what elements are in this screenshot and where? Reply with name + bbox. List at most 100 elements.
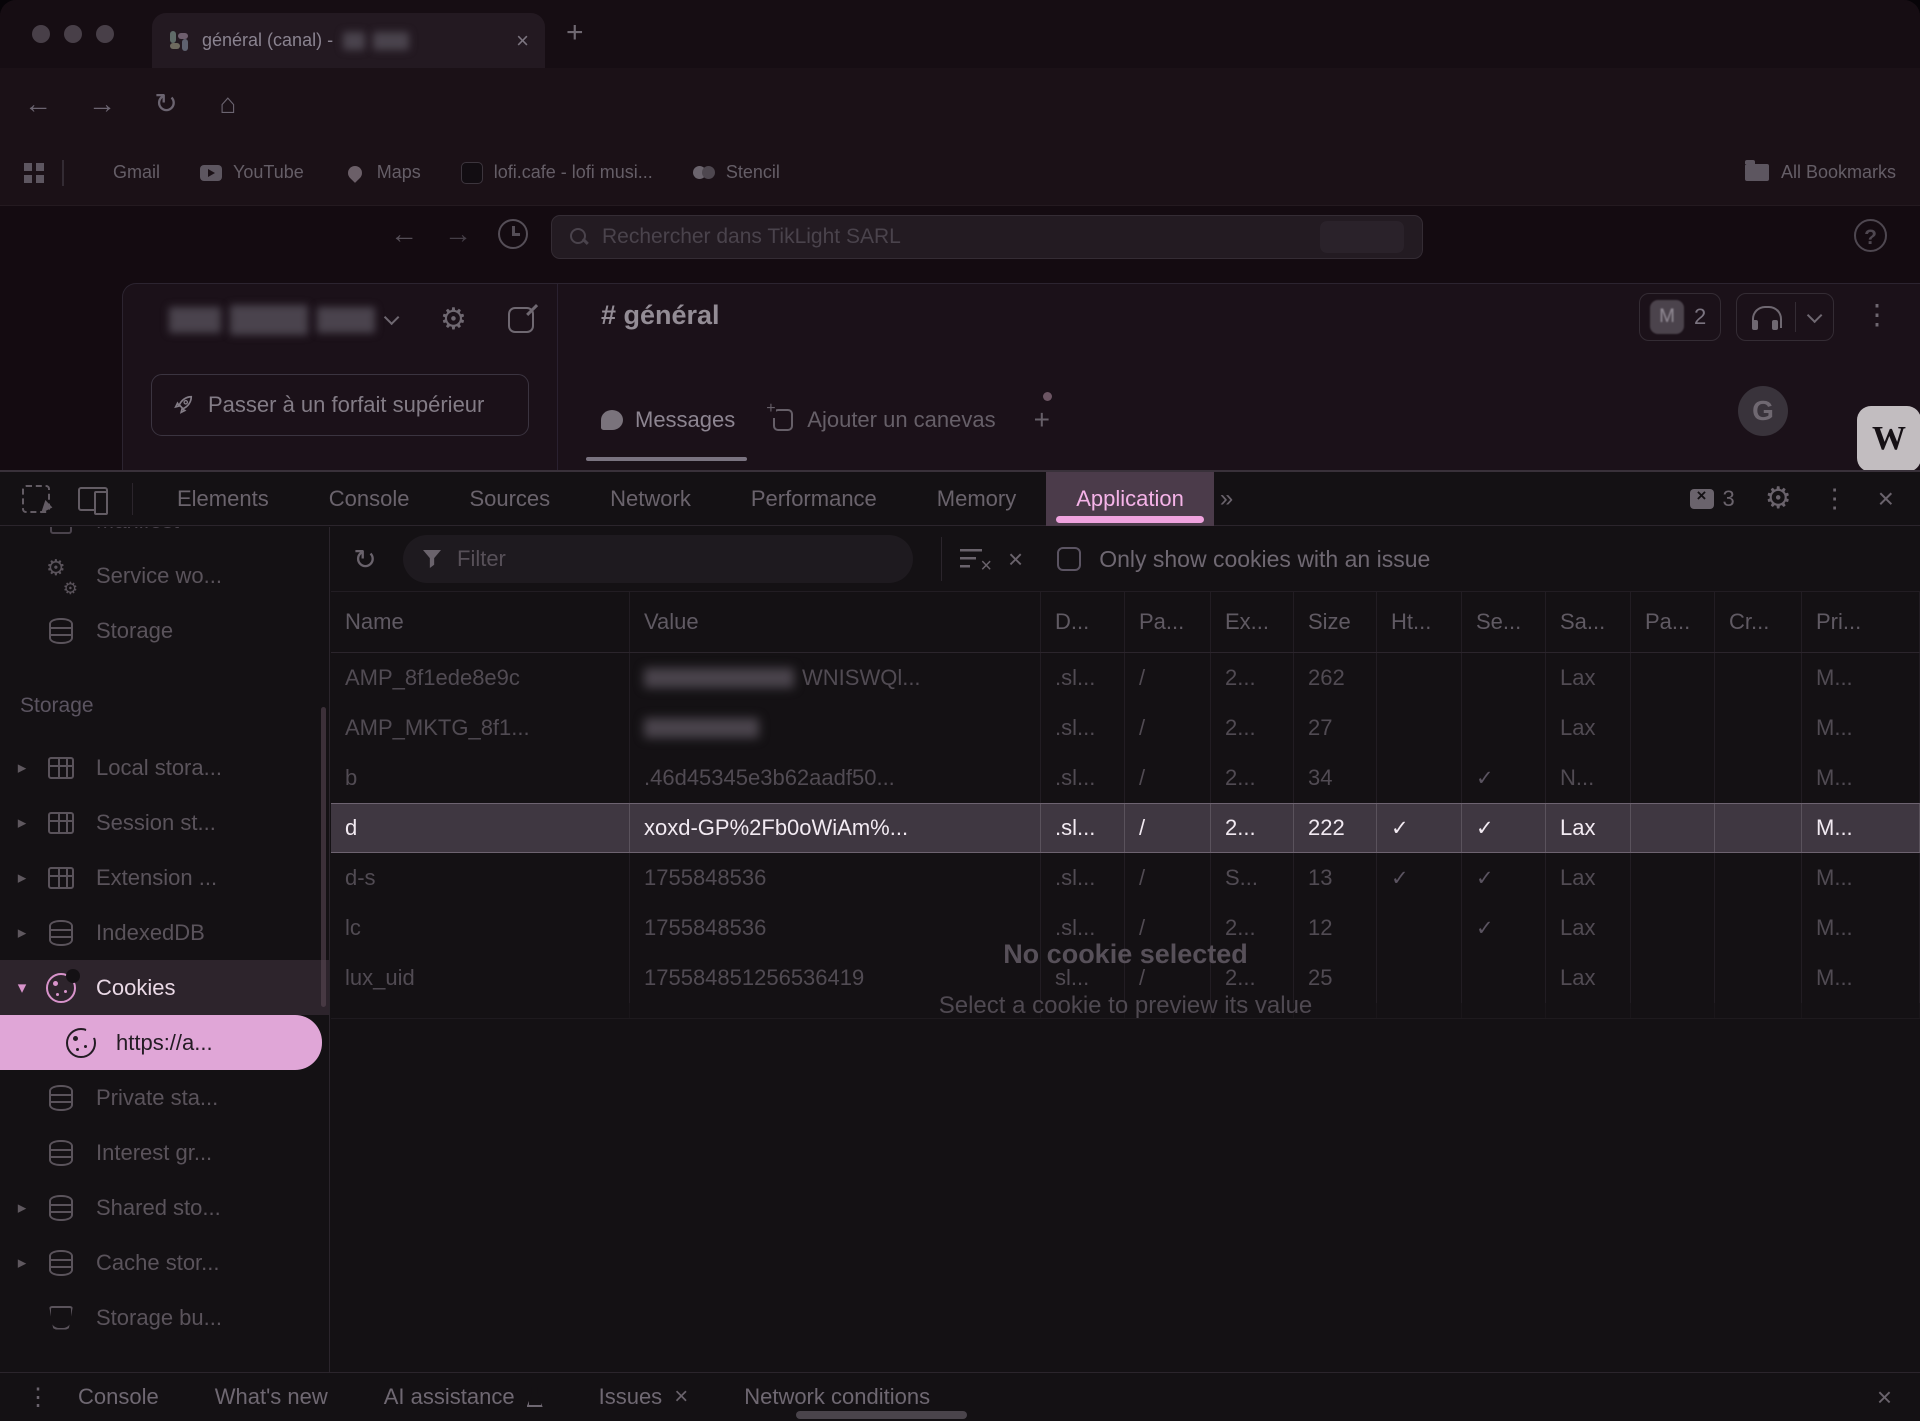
cookie-httponly[interactable]: ✓ xyxy=(1377,804,1462,852)
column-header[interactable]: Se... xyxy=(1462,592,1546,652)
sidebar-item[interactable]: ▸ Shared sto... xyxy=(0,1180,329,1235)
gear-icon[interactable]: ⚙ xyxy=(440,302,467,337)
column-header[interactable]: Size xyxy=(1294,592,1377,652)
more-tabs-icon[interactable]: » xyxy=(1220,485,1233,513)
cookie-crossite[interactable] xyxy=(1715,703,1802,753)
column-header[interactable]: Ht... xyxy=(1377,592,1462,652)
cookie-secure[interactable] xyxy=(1462,703,1546,753)
sidebar-item[interactable]: ▸ Local stora... xyxy=(0,740,329,795)
issue-filter-checkbox[interactable] xyxy=(1057,547,1081,571)
devtools-settings-icon[interactable]: ⚙ xyxy=(1765,481,1792,516)
drawer-tab[interactable]: Issues × xyxy=(599,1383,689,1411)
drawer-tab[interactable]: What's new xyxy=(215,1383,328,1411)
devtools-tab[interactable]: Elements xyxy=(147,472,299,526)
cookie-domain[interactable]: .sl... xyxy=(1041,703,1125,753)
compose-icon[interactable] xyxy=(508,307,534,333)
cookie-priority[interactable]: M... xyxy=(1802,804,1920,852)
devtools-tab[interactable]: Application xyxy=(1046,472,1214,526)
cookie-samesite[interactable]: N... xyxy=(1546,753,1631,803)
cookie-samesite[interactable]: Lax xyxy=(1546,703,1631,753)
expand-arrow[interactable]: ▸ xyxy=(0,1198,44,1218)
cookie-domain[interactable]: .sl... xyxy=(1041,653,1125,703)
cookie-size[interactable]: 13 xyxy=(1294,853,1377,903)
new-tab-button[interactable]: + xyxy=(566,16,584,50)
cookie-httponly[interactable] xyxy=(1377,653,1462,703)
browser-tab-active[interactable]: général (canal) - × xyxy=(152,13,545,68)
column-header[interactable]: Pa... xyxy=(1631,592,1715,652)
cookie-samesite[interactable]: Lax xyxy=(1546,804,1631,852)
devtools-tab[interactable]: Console xyxy=(299,472,440,526)
cookie-size[interactable]: 34 xyxy=(1294,753,1377,803)
expand-arrow[interactable]: ▾ xyxy=(0,978,44,998)
cookie-domain[interactable]: .sl... xyxy=(1041,853,1125,903)
cookie-httponly[interactable]: ✓ xyxy=(1377,853,1462,903)
cookie-name[interactable]: d-s xyxy=(331,853,630,903)
minimize-window-button[interactable] xyxy=(64,25,82,43)
cookie-size[interactable]: 222 xyxy=(1294,804,1377,852)
sidebar-item[interactable]: Private sta... xyxy=(0,1070,329,1125)
horizontal-scrollbar-thumb[interactable] xyxy=(796,1411,967,1419)
cookie-crossite[interactable] xyxy=(1715,853,1802,903)
cookie-name[interactable]: d xyxy=(331,804,630,852)
cookie-partitionkey[interactable] xyxy=(1631,653,1715,703)
tab-canvas[interactable]: Ajouter un canevas xyxy=(773,407,995,433)
cookie-crossite[interactable] xyxy=(1715,753,1802,803)
cookie-crossite[interactable] xyxy=(1715,804,1802,852)
sidebar-item[interactable]: Interest gr... xyxy=(0,1125,329,1180)
members-pill[interactable]: M 2 xyxy=(1639,293,1721,341)
sidebar-item[interactable]: ▸ IndexedDB xyxy=(0,905,329,960)
column-header[interactable]: Ex... xyxy=(1211,592,1294,652)
devtools-tab[interactable]: Network xyxy=(580,472,721,526)
sidebar-item[interactable]: https://a... xyxy=(0,1015,322,1070)
traffic-lights[interactable] xyxy=(32,25,114,43)
expand-arrow[interactable]: ▸ xyxy=(0,1253,44,1273)
cookie-path[interactable]: / xyxy=(1125,653,1211,703)
cookie-expires[interactable]: S... xyxy=(1211,853,1294,903)
filter-input[interactable]: Filter xyxy=(403,535,913,583)
cookie-expires[interactable]: 2... xyxy=(1211,653,1294,703)
cookie-samesite[interactable]: Lax xyxy=(1546,853,1631,903)
refresh-icon[interactable]: ↻ xyxy=(345,543,385,576)
device-toolbar-icon[interactable] xyxy=(78,487,108,511)
cookie-domain[interactable]: .sl... xyxy=(1041,804,1125,852)
drawer-tab-close-icon[interactable]: × xyxy=(674,1383,688,1411)
column-header[interactable]: Sa... xyxy=(1546,592,1631,652)
bookmark-item[interactable]: YouTube xyxy=(200,162,304,184)
tab-close-icon[interactable]: × xyxy=(516,28,529,54)
devtools-tab[interactable]: Sources xyxy=(439,472,580,526)
cookie-path[interactable]: / xyxy=(1125,753,1211,803)
column-header[interactable]: Value xyxy=(630,592,1041,652)
all-bookmarks[interactable]: All Bookmarks xyxy=(1745,162,1896,183)
cookie-size[interactable]: 27 xyxy=(1294,703,1377,753)
cookie-secure[interactable] xyxy=(1462,653,1546,703)
issues-counter[interactable]: 3 xyxy=(1690,486,1734,512)
drawer-tab[interactable]: Console xyxy=(78,1383,159,1411)
cookie-httponly[interactable] xyxy=(1377,753,1462,803)
workspace-header[interactable]: ⚙ xyxy=(169,302,534,337)
sidebar-item[interactable]: ▸ Extension ... xyxy=(0,850,329,905)
cookie-expires[interactable]: 2... xyxy=(1211,753,1294,803)
cookie-path[interactable]: / xyxy=(1125,853,1211,903)
cookie-value[interactable]: xoxd-GP%2Fb0oWiAm%... xyxy=(630,804,1041,852)
help-icon[interactable]: ? xyxy=(1854,219,1887,252)
cookie-priority[interactable]: M... xyxy=(1802,703,1920,753)
forward-icon[interactable]: → xyxy=(80,82,124,126)
channel-menu-icon[interactable]: ⋮ xyxy=(1863,298,1891,331)
cookie-expires[interactable]: 2... xyxy=(1211,703,1294,753)
sidebar-item[interactable]: Storage bu... xyxy=(0,1290,329,1345)
devtools-tab[interactable]: Memory xyxy=(907,472,1046,526)
cookie-row[interactable]: d xoxd-GP%2Fb0oWiAm%... .sl... / 2... 22… xyxy=(331,803,1920,853)
cookie-partitionkey[interactable] xyxy=(1631,703,1715,753)
sidebar-item[interactable]: ▸ Session st... xyxy=(0,795,329,850)
cookie-samesite[interactable]: Lax xyxy=(1546,653,1631,703)
sidebar-item[interactable]: Service wo... xyxy=(0,548,329,603)
wordtune-badge[interactable]: W xyxy=(1857,406,1920,472)
cookie-name[interactable]: AMP_8f1ede8e9c xyxy=(331,653,630,703)
upgrade-button[interactable]: Passer à un forfait supérieur xyxy=(151,374,529,436)
bookmark-item[interactable]: lofi.cafe - lofi musi... xyxy=(461,162,653,184)
tab-messages[interactable]: Messages xyxy=(601,407,735,433)
column-header[interactable]: Name xyxy=(331,592,630,652)
column-header[interactable]: Pri... xyxy=(1802,592,1920,652)
cookie-size[interactable]: 262 xyxy=(1294,653,1377,703)
history-forward-icon[interactable]: → xyxy=(444,218,472,250)
